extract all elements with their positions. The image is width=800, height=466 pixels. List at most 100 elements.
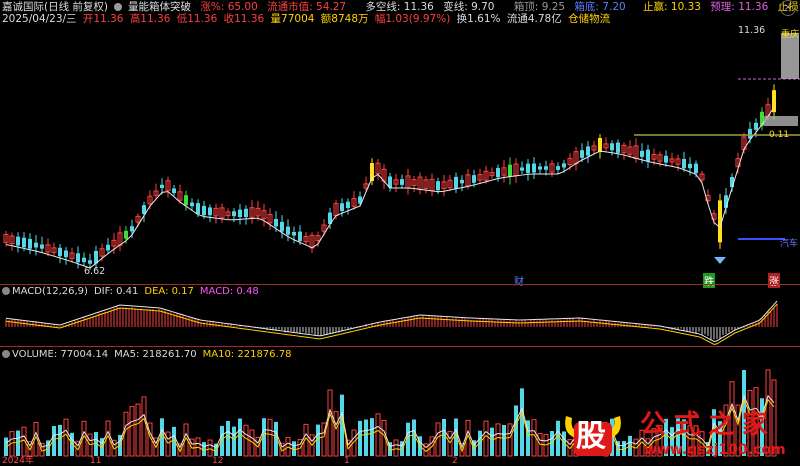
candle-body — [472, 175, 476, 183]
volume-bar — [63, 418, 69, 457]
right-box-mid — [764, 116, 798, 126]
candle-body — [40, 244, 44, 249]
candle-body — [88, 260, 92, 264]
candle-body — [238, 209, 242, 218]
candle-body — [526, 163, 530, 173]
volume-bar — [39, 442, 45, 457]
volume-bar — [531, 419, 537, 457]
candle-body — [280, 221, 284, 232]
diamond-marker — [714, 257, 726, 264]
candle-body — [688, 163, 692, 169]
candle-body — [190, 202, 194, 207]
candle-body — [184, 195, 188, 206]
volume-bar — [364, 419, 368, 456]
candle-body — [532, 163, 536, 173]
volume-bar — [393, 439, 399, 457]
candle-body — [22, 237, 26, 248]
candle-body — [298, 231, 302, 242]
cai-marker[interactable]: 财 — [514, 273, 524, 288]
volume-bar — [141, 396, 147, 457]
volume-bar — [226, 420, 230, 456]
candle-body — [508, 164, 512, 177]
candle-body — [664, 155, 668, 163]
candle-body — [616, 142, 620, 153]
volume-bar — [490, 427, 494, 456]
macd-dea: DEA: 0.17 — [144, 286, 194, 297]
kline-chart[interactable] — [0, 0, 800, 466]
ma-line — [5, 106, 775, 269]
volume-bar — [129, 406, 135, 457]
die-marker[interactable]: 跌 — [703, 273, 715, 288]
candle-body — [748, 128, 752, 139]
candle-body — [538, 166, 542, 170]
candle-body — [232, 211, 236, 217]
volume-ma5: MA5: 218261.70 — [114, 349, 197, 360]
volume-bar — [267, 418, 273, 457]
volume-bar — [502, 425, 506, 456]
axis-11: 11 — [90, 456, 102, 466]
main-macd-separator[interactable] — [0, 284, 800, 285]
volume-bar — [327, 389, 333, 457]
volume-bar — [375, 413, 381, 457]
candle-body — [436, 181, 440, 191]
macd-toggle-icon[interactable] — [2, 287, 10, 295]
volume-bar — [243, 424, 249, 457]
candle-body — [208, 207, 212, 216]
zhang-marker[interactable]: 涨 — [768, 273, 780, 288]
macd-label[interactable]: MACD(12,26,9) — [12, 286, 88, 297]
candle-body — [400, 179, 404, 185]
volume-toggle-icon[interactable] — [2, 350, 10, 358]
volume-bar — [447, 430, 453, 457]
candle-body — [286, 226, 290, 235]
volume-label[interactable]: VOLUME: 77004.14 — [12, 349, 108, 360]
axis-1: 1 — [344, 456, 350, 466]
candle-body — [64, 250, 68, 258]
candle-body — [544, 166, 548, 170]
volume-bar — [232, 426, 236, 456]
candle-body — [16, 236, 20, 246]
candle-body — [76, 253, 80, 263]
candle-body — [196, 203, 200, 215]
volume-bar — [207, 439, 213, 457]
volume-bar — [16, 430, 20, 456]
volume-bar — [333, 411, 339, 457]
candle-body — [292, 232, 296, 236]
candle-body — [694, 163, 698, 174]
high-price-label: 11.36 — [738, 25, 766, 36]
right-tag-1: 重庆 — [781, 30, 800, 40]
candle-body — [598, 138, 602, 152]
dea-line — [5, 303, 778, 345]
candle-body — [202, 205, 206, 216]
candle-body — [646, 149, 650, 162]
volume-header: VOLUME: 77004.14 MA5: 218261.70 MA10: 2218… — [2, 349, 297, 361]
candle-body — [34, 242, 38, 248]
volume-bar — [442, 418, 446, 456]
candle-body — [586, 146, 590, 156]
candle-body — [640, 150, 644, 157]
candle-body — [562, 163, 566, 168]
macd-volume-separator[interactable] — [0, 346, 800, 347]
volume-bar — [358, 420, 362, 456]
volume-bar — [370, 418, 374, 456]
volume-ma10: MA10: 221876.78 — [202, 349, 292, 360]
candle-body — [520, 167, 524, 171]
candle-body — [556, 166, 560, 170]
dif-line — [5, 300, 778, 342]
volume-bar — [58, 424, 62, 456]
right-tag-2: 0.11 — [769, 130, 790, 140]
macd-header: MACD(12,26,9) DIF: 0.41 DEA: 0.17 MACD: 0.4… — [2, 286, 265, 298]
candle-body — [682, 158, 686, 169]
brand-name: 公式之家 — [640, 410, 777, 440]
axis-2: 2 — [452, 456, 458, 466]
candle-body — [172, 188, 176, 194]
volume-bar — [507, 423, 513, 457]
axis-12: 12 — [212, 456, 224, 466]
candle-body — [130, 226, 134, 232]
volume-bar — [238, 418, 242, 456]
candle-body — [340, 203, 344, 212]
candle-body — [82, 257, 86, 263]
candle-body — [106, 244, 110, 251]
candle-body — [496, 167, 500, 178]
macd-value: MACD: 0.48 — [199, 286, 259, 297]
candle-body — [58, 247, 62, 257]
